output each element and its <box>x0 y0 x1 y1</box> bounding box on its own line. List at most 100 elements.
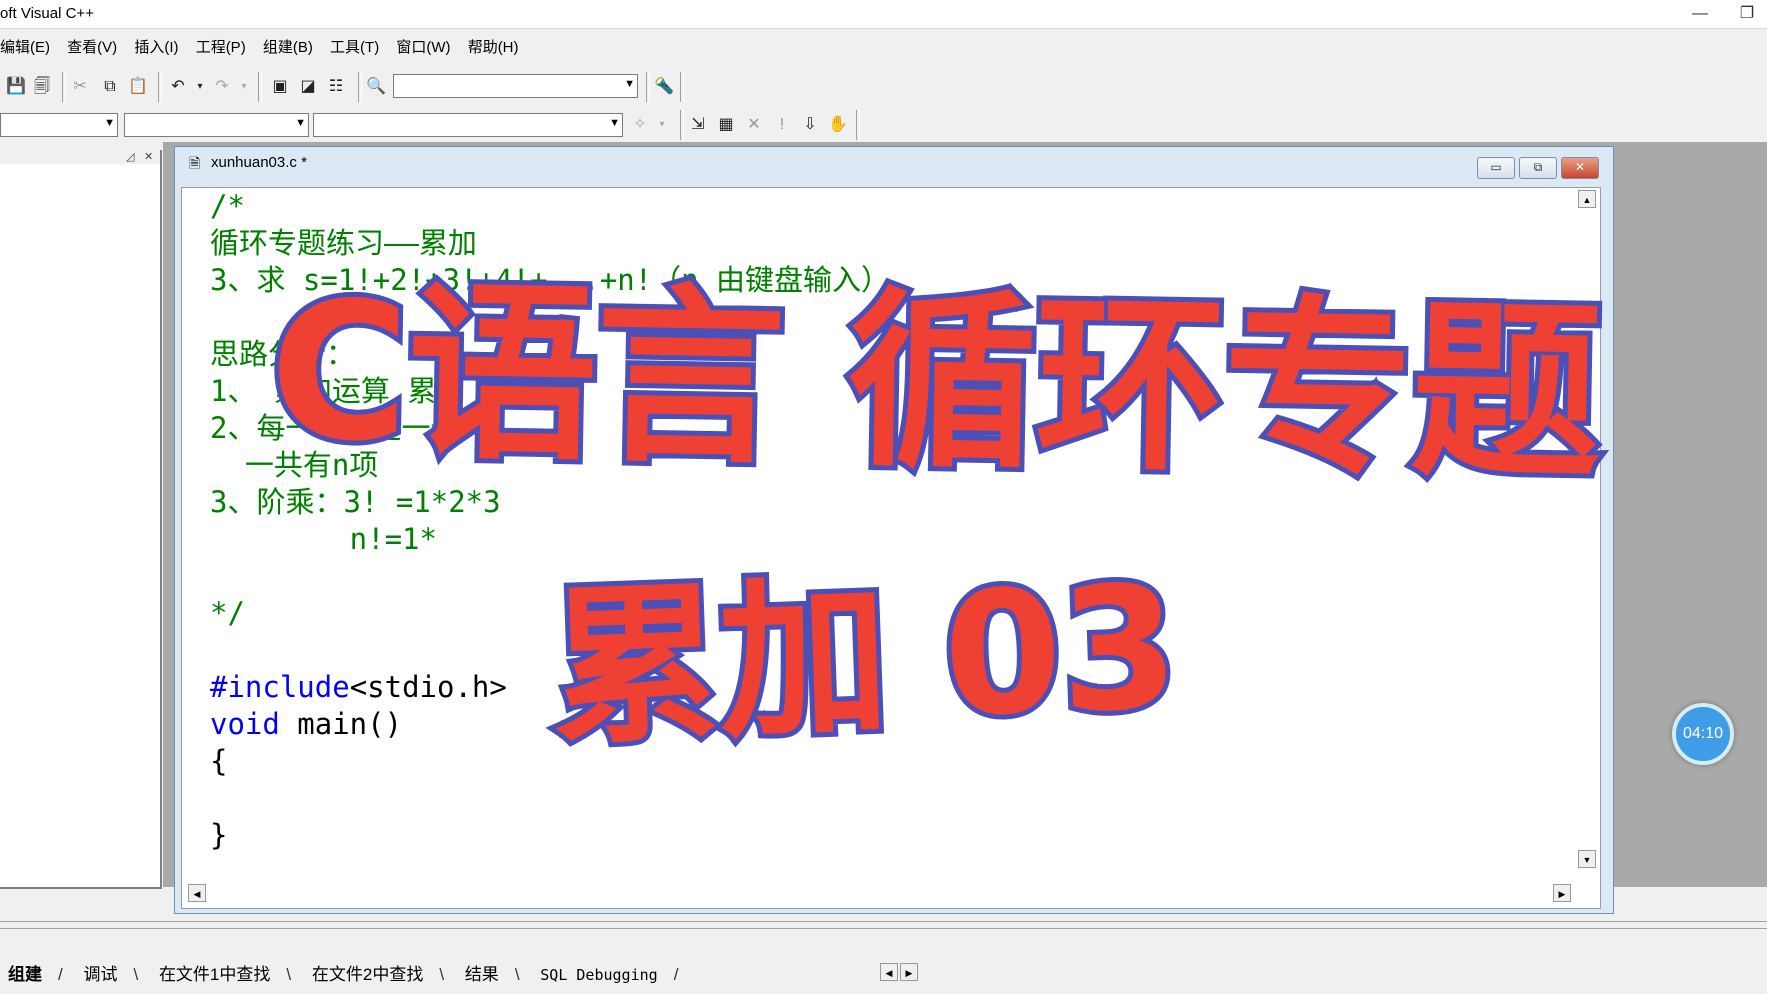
menu-tools[interactable]: 工具(T) <box>330 36 386 57</box>
toolbar-separator <box>856 110 860 140</box>
menu-help[interactable]: 帮助(H) <box>468 36 526 57</box>
chevron-down-icon: ▼ <box>609 117 620 129</box>
menu-project[interactable]: 工程(P) <box>196 36 253 57</box>
scroll-right-icon[interactable]: ▶ <box>1553 884 1571 902</box>
toolbar-separator <box>680 110 684 140</box>
minimize-button[interactable]: — <box>1680 2 1720 26</box>
save-icon[interactable]: 💾 <box>4 75 28 99</box>
class-combo[interactable]: ▼ <box>0 113 118 137</box>
workspace-panel[interactable] <box>0 150 162 889</box>
menu-insert[interactable]: 插入(I) <box>134 36 185 57</box>
find-combo[interactable]: ▼ <box>393 74 638 98</box>
workspace-icon[interactable]: ▣ <box>268 75 292 99</box>
horizontal-scrollbar[interactable]: ◀ ▶ <box>188 884 1573 904</box>
code-token: main() <box>279 707 403 741</box>
menu-window[interactable]: 窗口(W) <box>396 36 457 57</box>
tab-results[interactable]: 结果 <box>457 960 507 985</box>
timer-badge[interactable]: 04:10 <box>1672 703 1734 765</box>
code-line[interactable] <box>210 780 890 817</box>
toolbar-separator <box>646 72 650 102</box>
tab-divider: \ <box>286 965 292 984</box>
toolbar-separator <box>62 72 66 102</box>
close-icon[interactable]: ✕ <box>144 150 153 163</box>
cut-icon[interactable]: ✂ <box>68 75 92 99</box>
tab-build[interactable]: 组建 <box>0 960 50 985</box>
mdi-minimize-button[interactable]: ▭ <box>1477 157 1515 179</box>
tab-divider: \ <box>514 965 520 984</box>
members-combo[interactable]: ▼ <box>313 113 623 137</box>
execute-icon[interactable]: ! <box>770 113 794 137</box>
filter-combo[interactable]: ▼ <box>124 113 309 137</box>
save-all-icon[interactable]: 🗐 <box>30 75 54 99</box>
editor-window-title: xunhuan03.c * <box>211 154 307 171</box>
code-token: } <box>210 818 228 852</box>
go-icon[interactable]: ⇩ <box>798 113 822 137</box>
chevron-down-icon: ▼ <box>624 78 635 90</box>
tab-find2[interactable]: 在文件2中查找 <box>304 960 431 985</box>
compile-icon[interactable]: ⇲ <box>686 113 710 137</box>
undo-dropdown-icon[interactable]: ▾ <box>188 75 212 99</box>
copy-icon[interactable]: ⧉ <box>98 75 122 99</box>
scroll-left-icon[interactable]: ◀ <box>880 963 898 981</box>
expand-icon[interactable]: ◿ <box>126 150 134 163</box>
menu-view[interactable]: 查看(V) <box>67 36 124 57</box>
menu-build[interactable]: 组建(B) <box>263 36 320 57</box>
find-in-files-icon[interactable]: 🔍 <box>364 75 388 99</box>
restore-button[interactable]: ❐ <box>1727 2 1767 26</box>
wizard-dropdown-icon[interactable]: ▾ <box>650 113 674 137</box>
breakpoint-icon[interactable]: ✋ <box>826 113 850 137</box>
code-token: n!=1* <box>210 522 437 556</box>
code-token: */ <box>210 596 245 630</box>
chevron-down-icon: ▼ <box>295 117 306 129</box>
scroll-down-icon[interactable]: ▼ <box>1578 850 1596 868</box>
tab-debug[interactable]: 调试 <box>75 960 125 985</box>
wizard-icon[interactable]: ✧ <box>628 113 652 137</box>
mdi-restore-button[interactable]: ⧉ <box>1519 157 1557 179</box>
scroll-up-icon[interactable]: ▲ <box>1578 190 1596 208</box>
video-subtitle-overlay: 累加 03 <box>542 544 1184 774</box>
mdi-close-button[interactable]: ✕ <box>1561 157 1599 179</box>
workspace-header: ◿ ✕ <box>0 150 160 164</box>
chevron-down-icon: ▼ <box>104 117 115 129</box>
code-token: /* <box>210 189 245 223</box>
toolbar-separator <box>358 72 362 102</box>
video-title-overlay: C语言 循环专题 <box>263 255 1606 509</box>
paste-icon[interactable]: 📋 <box>126 75 150 99</box>
document-icon: 🗎 <box>189 155 201 171</box>
window-list-icon[interactable]: ☷ <box>324 75 348 99</box>
find-icon[interactable]: 🔦 <box>652 75 676 99</box>
toolbar-separator <box>680 72 684 102</box>
code-token: { <box>210 744 228 778</box>
tab-divider: / <box>673 965 679 984</box>
code-line[interactable]: } <box>210 817 890 854</box>
code-token: <stdio.h> <box>349 670 507 704</box>
output-tabs: 组建 / 调试 \ 在文件1中查找 \ 在文件2中查找 \ 结果 \ SQL Debugg… <box>0 960 686 984</box>
app-title: oft Visual C++ <box>0 5 94 22</box>
toolbar-separator <box>158 72 162 102</box>
code-token: #include <box>210 670 350 704</box>
tab-divider: \ <box>133 965 139 984</box>
undo-icon[interactable]: ↶ <box>166 75 190 99</box>
tab-divider: / <box>58 965 63 984</box>
redo-dropdown-icon[interactable]: ▾ <box>232 75 256 99</box>
scroll-left-icon[interactable]: ◀ <box>188 884 206 902</box>
tabs-scrollbar[interactable]: ◀ ▶ <box>880 963 920 981</box>
toolbar-separator <box>258 72 262 102</box>
redo-icon[interactable]: ↷ <box>210 75 234 99</box>
tab-divider: \ <box>439 965 445 984</box>
menu-bar: 编辑(E) 查看(V) 插入(I) 工程(P) 组建(B) 工具(T) 窗口(W… <box>0 36 532 62</box>
output-window-icon[interactable]: ◪ <box>296 75 320 99</box>
menu-edit[interactable]: 编辑(E) <box>0 36 57 57</box>
tab-sql-debugging[interactable]: SQL Debugging <box>532 966 665 984</box>
scroll-right-icon[interactable]: ▶ <box>900 963 918 981</box>
stop-build-icon[interactable]: ✕ <box>742 113 766 137</box>
title-bar: oft Visual C++ — ❐ <box>0 0 1767 29</box>
build-icon[interactable]: ▦ <box>714 113 738 137</box>
code-token: void <box>210 707 280 741</box>
output-splitter[interactable] <box>0 921 1767 929</box>
tab-find1[interactable]: 在文件1中查找 <box>151 960 278 985</box>
